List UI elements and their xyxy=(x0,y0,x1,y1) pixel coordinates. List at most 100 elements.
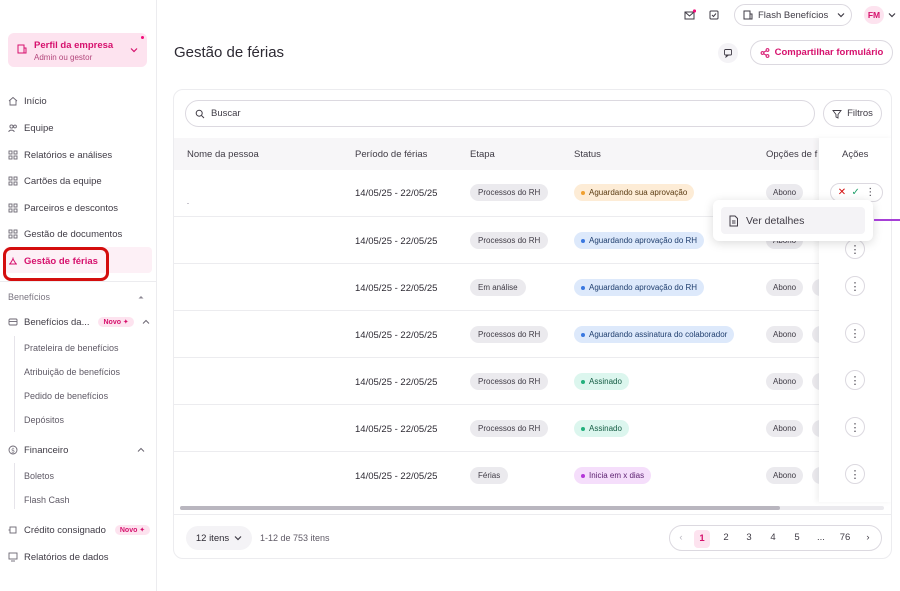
status-badge: Aguardando aprovação do RH xyxy=(574,279,705,296)
stage-tag: Férias xyxy=(470,467,509,484)
page-button[interactable]: 76 xyxy=(837,532,853,543)
money-icon: $ xyxy=(8,445,18,455)
home-icon xyxy=(8,96,18,106)
grid-icon xyxy=(8,229,18,239)
profile-switcher[interactable]: Perfil da empresa Admin ou gestor xyxy=(8,33,147,67)
more-icon: ⋮ xyxy=(849,421,861,434)
prev-page-icon[interactable]: ‹ xyxy=(673,532,689,543)
period-cell: 14/05/25 - 22/05/25 xyxy=(355,424,438,435)
search-placeholder: Buscar xyxy=(211,108,241,119)
period-cell: 14/05/25 - 22/05/25 xyxy=(355,236,438,247)
sidebar-item-parceiros[interactable]: Parceiros e descontos xyxy=(8,199,118,217)
row-menu-button[interactable]: ⋮ xyxy=(845,239,865,259)
feedback-button[interactable] xyxy=(718,43,738,63)
sidebar-item-label: Equipe xyxy=(24,122,54,134)
period-cell: 14/05/25 - 22/05/25 xyxy=(355,471,438,482)
chevron-up-icon[interactable] xyxy=(137,293,145,301)
share-form-button[interactable]: Compartilhar formulário xyxy=(750,40,893,65)
benefits-icon xyxy=(8,318,18,326)
grid-icon xyxy=(8,203,18,213)
mail-icon[interactable] xyxy=(684,9,696,21)
page-button[interactable]: 4 xyxy=(765,532,781,543)
profile-title: Perfil da empresa xyxy=(34,40,114,51)
status-badge: Aguardando sua aprovação xyxy=(574,184,695,201)
page-button[interactable]: 2 xyxy=(718,532,734,543)
next-page-icon[interactable]: › xyxy=(860,532,876,543)
chevron-down-icon xyxy=(234,536,242,541)
share-label: Compartilhar formulário xyxy=(774,47,884,58)
search-input[interactable]: Buscar xyxy=(185,100,815,127)
view-details-item[interactable]: Ver detalhes xyxy=(721,207,865,234)
column-header-period[interactable]: Período de férias xyxy=(355,149,427,160)
row-menu-button[interactable]: ⋮ xyxy=(845,370,865,390)
vacation-table-card: Buscar Filtros Nome da pessoa Período de… xyxy=(173,89,892,559)
row-menu-button[interactable]: ⋮ xyxy=(845,464,865,484)
sidebar-item-documentos[interactable]: Gestão de documentos xyxy=(8,225,122,243)
horizontal-scrollbar[interactable] xyxy=(180,506,884,510)
chevron-up-icon[interactable] xyxy=(137,446,145,454)
sidebar: Perfil da empresa Admin ou gestor Início… xyxy=(0,0,157,591)
sidebar-subitem-flash-cash[interactable]: Flash Cash xyxy=(24,495,70,505)
scrollbar-thumb[interactable] xyxy=(180,506,780,510)
period-cell: 14/05/25 - 22/05/25 xyxy=(355,330,438,341)
reject-icon[interactable]: ✕ xyxy=(838,187,846,198)
page-ellipsis: ... xyxy=(817,532,825,543)
building-icon xyxy=(17,44,27,54)
option-tag: Abono xyxy=(766,373,804,390)
sidebar-item-equipe[interactable]: Equipe xyxy=(8,119,54,137)
column-header-actions: Ações xyxy=(842,149,869,160)
row-actions-menu: Ver detalhes xyxy=(713,200,873,241)
page-title: Gestão de férias xyxy=(174,44,285,61)
period-cell: 14/05/25 - 22/05/25 xyxy=(355,377,438,388)
more-icon[interactable]: ⋮ xyxy=(865,187,875,198)
status-badge: Assinado xyxy=(574,420,629,437)
row-menu-button[interactable]: ⋮ xyxy=(845,323,865,343)
page-button[interactable]: 5 xyxy=(789,532,805,543)
page-size-select[interactable]: 12 itens xyxy=(186,526,252,550)
sidebar-item-inicio[interactable]: Início xyxy=(8,92,47,110)
sidebar-group-beneficios[interactable]: Benefícios da... Novo ✦ xyxy=(8,313,150,331)
avatar[interactable]: FM xyxy=(864,6,884,24)
column-header-options[interactable]: Opções de f xyxy=(766,149,817,160)
tasks-icon[interactable] xyxy=(708,9,720,21)
approve-icon[interactable]: ✓ xyxy=(852,187,860,198)
company-name: Flash Benefícios xyxy=(758,9,829,21)
stage-tag: Processos do RH xyxy=(470,420,549,437)
sidebar-subitem-depositos[interactable]: Depósitos xyxy=(24,415,64,425)
sidebar-item-relatorios[interactable]: Relatórios e análises xyxy=(8,146,112,164)
row-menu-button[interactable]: ⋮ xyxy=(845,417,865,437)
sidebar-item-label: Início xyxy=(24,95,47,107)
filters-button[interactable]: Filtros xyxy=(823,100,882,127)
team-icon xyxy=(8,124,17,133)
chevron-up-icon xyxy=(142,319,150,324)
page-button[interactable]: 3 xyxy=(741,532,757,543)
sidebar-subitem-boletos[interactable]: Boletos xyxy=(24,471,54,481)
company-selector[interactable]: Flash Benefícios xyxy=(734,4,852,26)
sidebar-group-financeiro[interactable]: $ Financeiro xyxy=(8,441,68,459)
status-badge: Assinado xyxy=(574,373,629,390)
filter-icon xyxy=(832,109,842,119)
cursor-indicator xyxy=(874,219,900,221)
option-tag: Abono xyxy=(766,279,804,296)
sidebar-item-relatorios-dados[interactable]: Relatórios de dados xyxy=(8,548,109,566)
chat-icon xyxy=(724,49,732,58)
row-menu-button[interactable]: ⋮ xyxy=(845,276,865,296)
sidebar-subitem-prateleira[interactable]: Prateleira de benefícios xyxy=(24,343,119,353)
sidebar-item-cartoes[interactable]: Cartões da equipe xyxy=(8,172,102,190)
column-header-stage[interactable]: Etapa xyxy=(470,149,495,160)
sidebar-subitem-atribuicao[interactable]: Atribuição de benefícios xyxy=(24,367,120,377)
more-icon: ⋮ xyxy=(849,243,861,256)
chevron-down-icon[interactable] xyxy=(888,11,896,19)
column-header-status[interactable]: Status xyxy=(574,149,601,160)
sidebar-item-credito[interactable]: Crédito consignado Novo ✦ xyxy=(8,521,151,539)
stage-tag: Em análise xyxy=(470,279,526,296)
sidebar-subitem-pedido[interactable]: Pedido de benefícios xyxy=(24,391,108,401)
more-icon: ⋮ xyxy=(849,280,861,293)
period-cell: 14/05/25 - 22/05/25 xyxy=(355,188,438,199)
period-cell: 14/05/25 - 22/05/25 xyxy=(355,283,438,294)
column-header-name[interactable]: Nome da pessoa xyxy=(187,149,259,160)
stage-tag: Processos do RH xyxy=(470,326,549,343)
search-icon xyxy=(195,109,205,118)
highlight-annotation xyxy=(3,247,109,281)
page-button[interactable]: 1 xyxy=(694,530,710,548)
